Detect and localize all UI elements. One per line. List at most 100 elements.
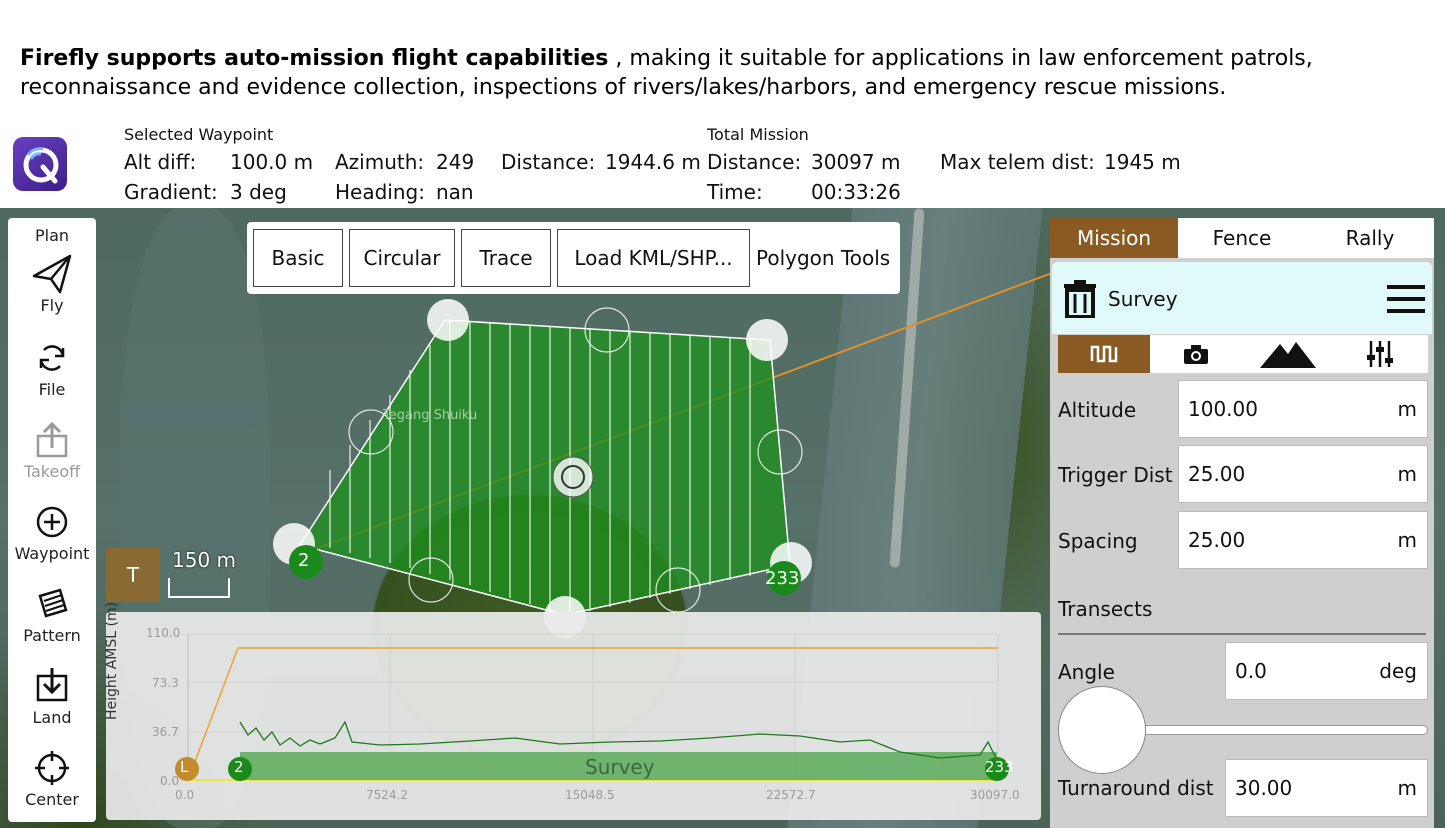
y-tick: 110.0	[146, 626, 181, 640]
survey-polygon[interactable]	[298, 319, 791, 616]
angle-slider-knob[interactable]	[1058, 686, 1146, 774]
spacing-unit: m	[1397, 528, 1417, 552]
survey-grid-icon	[1090, 345, 1118, 363]
center-button[interactable]: Center	[8, 746, 96, 809]
subtab-terrain[interactable]	[1242, 335, 1334, 373]
mountain-icon	[1260, 342, 1316, 368]
takeoff-arrow-icon	[36, 421, 68, 458]
transects-divider	[1058, 633, 1426, 635]
tab-fence[interactable]: Fence	[1178, 218, 1306, 258]
subtab-settings[interactable]	[1334, 335, 1426, 373]
vertex-handle[interactable]	[427, 299, 469, 341]
y-tick: 36.7	[152, 725, 179, 739]
turnaround-value: 30.00	[1235, 776, 1293, 800]
angle-slider-track[interactable]	[1140, 725, 1428, 735]
map-place-label: Tegang Shuiku	[383, 408, 478, 423]
alt-diff-label: Alt diff:	[124, 150, 197, 174]
trigger-dist-unit: m	[1397, 462, 1417, 486]
fly-button[interactable]: Fly	[8, 252, 96, 315]
takeoff-label: Takeoff	[23, 462, 81, 481]
selected-waypoint-title: Selected Waypoint	[124, 125, 274, 144]
load-kml-button[interactable]: Load KML/SHP...	[557, 229, 750, 287]
land-arrow-icon	[36, 668, 68, 702]
qgc-logo-icon	[23, 147, 59, 184]
polygon-tools-button[interactable]: Polygon Tools	[756, 246, 890, 270]
transects-label: Transects	[1058, 597, 1153, 621]
takeoff-button[interactable]: Takeoff	[8, 418, 96, 481]
x-tick: 7524.2	[366, 788, 408, 802]
x-tick: 0.0	[175, 788, 195, 802]
heading-label: Heading:	[335, 180, 425, 204]
tab-rally[interactable]: Rally	[1306, 218, 1434, 258]
land-label: Land	[32, 708, 72, 727]
land-button[interactable]: Land	[8, 664, 96, 727]
total-distance-value: 30097 m	[811, 150, 901, 174]
waypoint-label: Waypoint	[14, 544, 90, 563]
subtab-camera[interactable]	[1150, 335, 1242, 373]
angle-label: Angle	[1058, 660, 1115, 684]
file-button[interactable]: File	[8, 336, 96, 399]
turnaround-unit: m	[1397, 776, 1417, 800]
plan-tabs: Mission Fence Rally	[1050, 218, 1434, 258]
polygon-center-handle[interactable]	[552, 456, 594, 498]
angle-value: 0.0	[1235, 659, 1267, 683]
max-telem-value: 1945 m	[1104, 150, 1181, 174]
subtab-grid[interactable]	[1058, 335, 1150, 373]
total-mission-title: Total Mission	[707, 125, 809, 144]
x-tick: 15048.5	[565, 788, 615, 802]
pattern-grid-icon	[38, 588, 68, 618]
angle-field[interactable]: 0.0 deg	[1225, 642, 1428, 700]
elevation-launch-label: L	[180, 758, 189, 776]
plus-circle-icon	[36, 506, 68, 538]
vertex-handle[interactable]	[746, 319, 788, 361]
terrain-toggle-button[interactable]: T	[106, 548, 160, 602]
alt-diff-value: 100.0 m	[230, 150, 314, 174]
altitude-label: Altitude	[1058, 398, 1137, 422]
center-label: Center	[25, 790, 79, 809]
gradient-label: Gradient:	[124, 180, 218, 204]
sync-icon	[39, 345, 65, 371]
heading-value: nan	[436, 180, 474, 204]
spacing-label: Spacing	[1058, 529, 1138, 553]
altitude-field[interactable]: 100.00 m	[1178, 380, 1428, 438]
pattern-button[interactable]: Pattern	[8, 582, 96, 645]
paper-plane-icon	[32, 254, 72, 294]
pattern-toolbar: Basic Circular Trace Load KML/SHP... Pol…	[247, 222, 900, 294]
basic-button[interactable]: Basic	[253, 229, 343, 287]
camera-icon	[1184, 345, 1208, 364]
waypoint-button[interactable]: Waypoint	[8, 500, 96, 563]
headline-line2: reconnaissance and evidence collection, …	[20, 75, 1227, 100]
y-tick: 73.3	[152, 676, 179, 690]
trigger-dist-label: Trigger Dist	[1058, 463, 1173, 487]
hamburger-menu-icon[interactable]	[1387, 284, 1425, 314]
elevation-end-label: 233	[985, 758, 1014, 776]
circular-button[interactable]: Circular	[349, 229, 455, 287]
plan-label: Plan	[34, 226, 70, 245]
trigger-dist-field[interactable]: 25.00 m	[1178, 445, 1428, 503]
crosshair-icon	[35, 751, 69, 785]
plan-toolbar: Plan Fly File Takeoff Waypoint Pattern L…	[8, 218, 96, 822]
survey-subtabs	[1058, 335, 1428, 373]
app-logo[interactable]	[13, 137, 67, 191]
altitude-unit: m	[1397, 397, 1417, 421]
trash-icon[interactable]	[1062, 280, 1098, 318]
sliders-icon	[1367, 341, 1393, 367]
angle-unit: deg	[1379, 659, 1417, 683]
waypoint-start-label: 2	[298, 550, 310, 571]
trace-button[interactable]: Trace	[461, 229, 551, 287]
y-tick: 0.0	[160, 774, 180, 788]
azimuth-label: Azimuth:	[335, 150, 425, 174]
max-telem-label: Max telem dist:	[940, 150, 1095, 174]
scale-label: 150 m	[172, 548, 237, 572]
time-value: 00:33:26	[811, 180, 901, 204]
azimuth-value: 249	[436, 150, 475, 174]
tab-mission[interactable]: Mission	[1050, 218, 1178, 258]
fly-label: Fly	[40, 296, 64, 315]
turnaround-field[interactable]: 30.00 m	[1225, 759, 1428, 817]
headline: Firefly supports auto-mission flight cap…	[20, 44, 1420, 102]
elevation-y-axis-label: Height AMSL (m)	[104, 601, 120, 720]
distance-label: Distance:	[501, 150, 596, 174]
file-label: File	[38, 380, 66, 399]
scale-bar	[168, 578, 230, 598]
spacing-field[interactable]: 25.00 m	[1178, 511, 1428, 569]
